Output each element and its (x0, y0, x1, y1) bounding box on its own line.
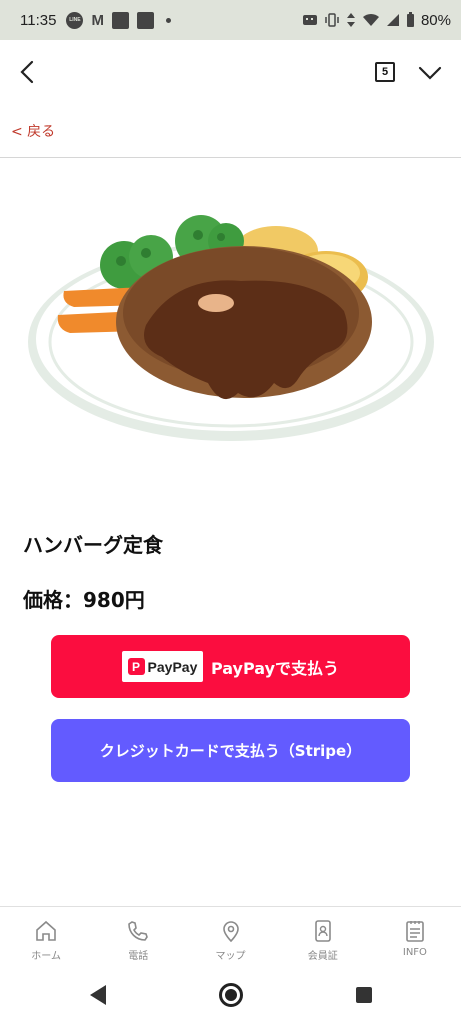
line-app-icon: LINE (66, 11, 84, 29)
system-home-inner (225, 989, 237, 1001)
info-list-icon (406, 921, 424, 942)
nav-label-info: INFO (402, 947, 427, 958)
tab-count-badge[interactable]: 5 (375, 62, 395, 82)
nav-label-map: マップ (215, 951, 246, 962)
nav-item-map[interactable]: マップ (184, 907, 276, 966)
battery-icon (406, 12, 414, 27)
chevron-down-icon[interactable] (416, 58, 444, 86)
nav-label-phone: 電話 (128, 951, 149, 962)
paypay-logo-text: PayPay (147, 658, 198, 675)
nav-label-member-card: 会員証 (307, 951, 338, 962)
system-nav-bar (0, 966, 461, 1024)
paypay-logo: P PayPay (121, 651, 203, 682)
item-name: ハンバーグ定食 (23, 533, 163, 557)
paypay-pay-button[interactable]: P PayPay PayPayで支払う (51, 635, 410, 698)
stripe-pay-button[interactable]: クレジットカードで支払う（Stripe） (51, 719, 410, 782)
vibrate-icon (325, 13, 339, 27)
bottom-nav: ホーム 電話 マップ 会員証 INFO (0, 906, 461, 966)
system-home-icon[interactable] (219, 983, 243, 1007)
notification-square-icon (136, 11, 154, 29)
nav-item-phone[interactable]: 電話 (92, 907, 184, 966)
item-price: 価格：980円 (23, 588, 145, 612)
nfc-icon (302, 15, 317, 25)
nav-item-member-card[interactable]: 会員証 (277, 907, 369, 966)
system-back-icon[interactable] (88, 984, 108, 1006)
back-link[interactable]: < 戻る (11, 121, 55, 141)
status-time: 11:35 (20, 11, 57, 29)
paypay-logo-mark-icon: P (127, 658, 145, 675)
home-icon (36, 920, 56, 941)
stripe-button-label: クレジットカードで支払う（Stripe） (99, 742, 362, 760)
nav-item-home[interactable]: ホーム (0, 907, 92, 966)
status-bar: 11:35 LINE M 80% (0, 0, 461, 40)
phone-icon (128, 921, 149, 941)
battery-percent: 80% (420, 11, 451, 29)
hamburg-steak-image (28, 215, 434, 441)
data-transfer-icon (346, 13, 355, 27)
more-notifications-dot-icon (165, 17, 171, 23)
header-divider (0, 157, 461, 158)
system-recents-icon[interactable] (356, 987, 372, 1003)
notification-icons: LINE M (66, 11, 171, 29)
system-status-icons: 80% (302, 12, 451, 29)
member-card-icon (314, 920, 331, 942)
gmail-icon: M (91, 11, 104, 29)
paypay-button-label: PayPayで支払う (210, 658, 340, 678)
app-header: 5 (0, 40, 461, 104)
signal-icon (386, 14, 399, 26)
map-pin-icon (222, 921, 239, 943)
nav-label-home: ホーム (31, 951, 61, 962)
back-arrow-icon[interactable] (14, 58, 42, 86)
wifi-icon (362, 13, 379, 26)
notification-square-icon (111, 11, 129, 29)
nav-item-info[interactable]: INFO (369, 907, 461, 966)
